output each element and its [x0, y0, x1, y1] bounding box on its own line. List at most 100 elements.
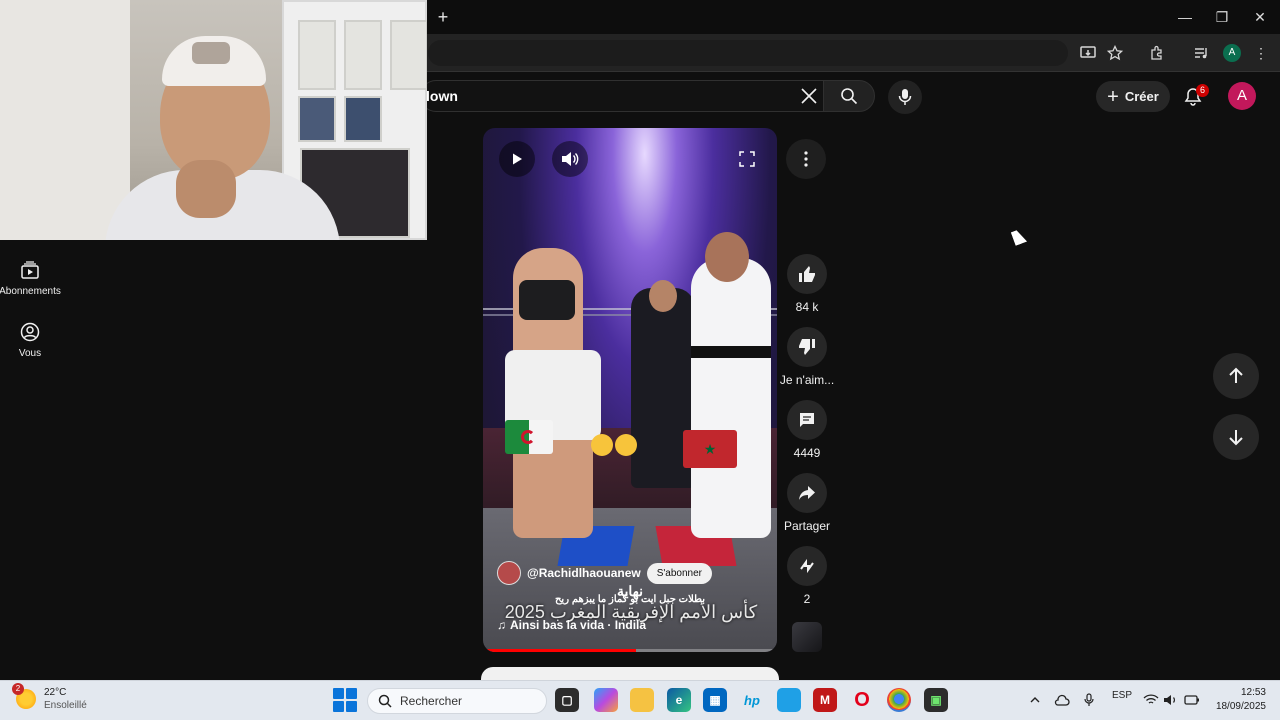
- share-button[interactable]: [787, 473, 827, 513]
- opera-icon[interactable]: O: [850, 688, 874, 712]
- fullscreen-button[interactable]: [729, 141, 765, 177]
- install-app-icon[interactable]: [1077, 42, 1099, 64]
- extensions-icon[interactable]: [1146, 42, 1168, 64]
- fullscreen-icon: [739, 151, 755, 167]
- fighter-right-gi: [691, 258, 771, 538]
- like-count: 84 k: [795, 300, 819, 314]
- plus-icon[interactable]: +: [432, 6, 454, 28]
- close-icon[interactable]: ✕: [1248, 6, 1272, 28]
- file-explorer-icon[interactable]: [630, 688, 654, 712]
- comments-button[interactable]: [787, 400, 827, 440]
- screen: + — ❐ ✕ A ⋮ lown + Créer 6 A Abonnements…: [0, 0, 1280, 720]
- chevron-up-icon[interactable]: [1027, 692, 1043, 708]
- grinning-emoji-icon: [591, 434, 613, 456]
- cap-logo: [192, 42, 230, 64]
- video-title[interactable]: بطلات جبل ايت بو كماز ما يبزهم ريح: [497, 594, 763, 605]
- microphone-icon[interactable]: [1081, 692, 1097, 708]
- play-icon: [513, 153, 522, 165]
- search-button[interactable]: [823, 80, 875, 112]
- dislike-button[interactable]: [787, 327, 827, 367]
- media-controls-icon[interactable]: [1190, 42, 1212, 64]
- video-progress-fill: [483, 649, 636, 652]
- remix-action[interactable]: 2: [786, 546, 828, 606]
- notifications-badge: 6: [1196, 84, 1209, 97]
- music-title: Ainsi bas la vida · Indila: [510, 618, 647, 632]
- remix-count: 2: [803, 592, 811, 606]
- search-input[interactable]: [420, 80, 823, 112]
- previous-short-button[interactable]: [1213, 353, 1259, 399]
- shelf-compartment: [390, 20, 427, 90]
- app-icon[interactable]: ▣: [924, 688, 948, 712]
- short-video-player[interactable]: ★ كأس الأمم الإفريقية المغرب 2025 @Rachi…: [483, 128, 777, 652]
- like-button[interactable]: [787, 254, 827, 294]
- mouse-cursor-icon: [1010, 228, 1028, 246]
- share-arrow-icon: [799, 486, 815, 500]
- task-view-icon[interactable]: ▢: [555, 688, 579, 712]
- sound-thumbnail[interactable]: [792, 622, 822, 652]
- input-language[interactable]: ESP: [1112, 690, 1132, 701]
- comments-action[interactable]: 4449: [786, 400, 828, 460]
- hp-icon[interactable]: hp: [740, 688, 764, 712]
- copilot-icon[interactable]: [594, 688, 618, 712]
- grinning-emoji-icon: [615, 434, 637, 456]
- music-row[interactable]: ♫ Ainsi bas la vida · Indila: [497, 618, 646, 632]
- battery-icon[interactable]: [1184, 692, 1200, 708]
- minimize-icon[interactable]: —: [1173, 6, 1197, 28]
- subscribe-button[interactable]: S'abonner: [646, 562, 712, 584]
- edge-browser-icon[interactable]: e: [667, 688, 691, 712]
- sidebar-item-subscriptions[interactable]: Abonnements: [0, 260, 61, 297]
- cloud-sync-icon[interactable]: [1054, 692, 1070, 708]
- create-label: Créer: [1124, 89, 1159, 104]
- fighter-left-top: [519, 280, 575, 320]
- weather-app-icon[interactable]: [777, 688, 801, 712]
- weather-temperature: 22°C: [44, 687, 67, 698]
- more-options-button[interactable]: [786, 139, 826, 179]
- search-query-text[interactable]: lown: [426, 88, 458, 104]
- play-button[interactable]: [499, 141, 535, 177]
- comments-count: 4449: [793, 446, 821, 460]
- volume-button[interactable]: [552, 141, 588, 177]
- channel-avatar[interactable]: [497, 561, 521, 585]
- microsoft-store-icon[interactable]: ▦: [703, 688, 727, 712]
- channel-name[interactable]: @Rachidlhaouanew: [527, 566, 641, 580]
- video-progress-bar[interactable]: [483, 649, 777, 652]
- remix-button[interactable]: [787, 546, 827, 586]
- windows-start-icon[interactable]: [333, 688, 357, 712]
- like-action[interactable]: 84 k: [786, 254, 828, 314]
- sun-icon: 2: [12, 683, 36, 709]
- browser-menu-icon[interactable]: ⋮: [1250, 42, 1272, 64]
- next-short-button[interactable]: [1213, 414, 1259, 460]
- mcafee-icon[interactable]: M: [813, 688, 837, 712]
- shelf-compartment: [298, 20, 336, 90]
- weather-widget[interactable]: 2 22°C Ensoleillé: [12, 683, 87, 712]
- black-belt: [691, 346, 771, 358]
- clear-search-icon[interactable]: [796, 84, 822, 108]
- restore-icon[interactable]: ❐: [1210, 6, 1234, 28]
- dislike-action[interactable]: Je n'aim...: [780, 327, 834, 387]
- volume-icon[interactable]: [1163, 692, 1179, 708]
- search-icon: [378, 694, 392, 708]
- shelf-compartment: [344, 96, 382, 142]
- subscriptions-icon: [21, 261, 39, 279]
- arrow-up-icon: [1229, 367, 1243, 383]
- sidebar-item-label: Vous: [18, 348, 42, 359]
- account-avatar[interactable]: A: [1228, 82, 1256, 110]
- voice-search-button[interactable]: [888, 80, 922, 114]
- address-bar[interactable]: [428, 40, 1068, 66]
- bookmark-star-icon[interactable]: [1104, 42, 1126, 64]
- share-action[interactable]: Partager: [784, 473, 830, 533]
- referee-head: [649, 280, 677, 312]
- create-button[interactable]: + Créer: [1096, 81, 1170, 112]
- morocco-flag-icon: ★: [683, 430, 737, 468]
- volume-icon: [562, 152, 579, 166]
- sidebar-item-you[interactable]: Vous: [0, 322, 60, 359]
- next-short-preview[interactable]: [481, 667, 779, 681]
- wifi-icon[interactable]: [1143, 692, 1159, 708]
- browser-profile-avatar[interactable]: A: [1223, 44, 1241, 62]
- taskbar-search-input[interactable]: Rechercher: [367, 688, 547, 714]
- arrow-down-icon: [1229, 430, 1243, 446]
- crescent-icon: [521, 430, 535, 444]
- system-clock[interactable]: 12:53 18/09/2025: [1208, 686, 1266, 714]
- remix-icon: [800, 558, 814, 574]
- chrome-icon[interactable]: [887, 688, 911, 712]
